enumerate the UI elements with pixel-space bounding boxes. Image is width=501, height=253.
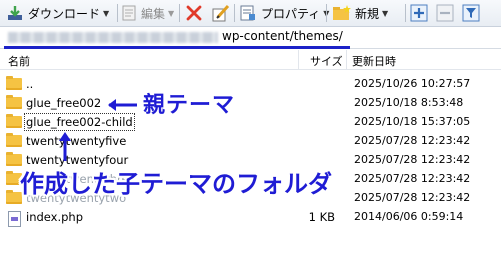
chevron-down-icon[interactable]: ▼: [168, 9, 174, 18]
edit-icon: [122, 5, 136, 21]
column-header-name[interactable]: 名前: [8, 53, 30, 69]
properties-button[interactable]: プロパティ ▼: [239, 0, 329, 26]
parent-theme-annotation: 親テーマ: [143, 93, 236, 118]
column-divider[interactable]: [346, 50, 347, 69]
toolbar-divider: [117, 4, 118, 22]
chevron-down-icon[interactable]: ▼: [382, 9, 388, 18]
file-modified: 2025/10/26 10:27:57: [354, 77, 471, 90]
path-text: wp-content/themes/: [222, 29, 343, 43]
file-name: glue_free002-child: [24, 113, 135, 131]
toolbar-divider: [326, 4, 327, 22]
properties-label: プロパティ: [261, 6, 321, 21]
column-divider[interactable]: [298, 50, 299, 69]
new-button[interactable]: 新規 ▼: [332, 0, 388, 26]
delete-icon: [186, 5, 202, 21]
file-list-header: 名前 サイズ 更新日時: [0, 50, 501, 70]
toolbar-divider: [405, 4, 406, 22]
php-file-icon: [6, 211, 21, 227]
new-label: 新規: [355, 6, 380, 21]
new-folder-icon: [333, 5, 351, 20]
minus-icon: [436, 4, 454, 22]
toolbar-divider: [234, 4, 235, 22]
file-modified: 2025/07/28 12:23:42: [354, 191, 471, 204]
remove-button[interactable]: [436, 0, 454, 26]
rename-icon: [212, 4, 230, 22]
file-name: glue_free002: [26, 96, 102, 110]
file-modified: 2025/10/18 15:37:05: [354, 115, 471, 128]
download-label: ダウンロード: [28, 6, 101, 21]
toolbar: ダウンロード ▼ 編集 ▼ プロパティ ▼: [0, 0, 501, 27]
edit-label: 編集: [141, 6, 166, 21]
folder-icon: [6, 95, 22, 109]
file-modified: 2025/07/28 12:23:42: [354, 134, 471, 147]
arrow-up-icon: [59, 132, 71, 161]
file-name: ..: [26, 77, 34, 91]
file-modified: 2014/06/06 0:59:14: [354, 210, 464, 223]
list-item[interactable]: .. 2025/10/26 10:27:57: [0, 75, 501, 94]
list-item[interactable]: glue_free002 2025/10/18 8:53:48: [0, 94, 501, 113]
file-name: twentytwentyfive: [26, 134, 127, 148]
properties-icon: [240, 5, 255, 21]
column-header-size[interactable]: サイズ: [310, 53, 343, 69]
folder-icon: [6, 76, 22, 90]
add-button[interactable]: [410, 0, 428, 26]
child-theme-annotation: 作成した子テーマのフォルダ: [20, 170, 332, 198]
arrow-left-icon: [108, 99, 137, 111]
column-header-modified[interactable]: 更新日時: [352, 53, 396, 69]
filter-icon: [462, 4, 480, 22]
file-size: 1 KB: [308, 210, 335, 224]
list-item[interactable]: glue_free002-child 2025/10/18 15:37:05: [0, 113, 501, 132]
blurred-path-prefix: [8, 32, 218, 43]
file-modified: 2025/07/28 12:23:42: [354, 153, 471, 166]
list-item[interactable]: twentytwentyfive 2025/07/28 12:23:42: [0, 132, 501, 151]
path-highlight-underline: [4, 46, 350, 49]
filter-button[interactable]: [462, 0, 480, 26]
delete-button[interactable]: [185, 0, 203, 26]
list-item[interactable]: index.php 1 KB 2014/06/06 0:59:14: [0, 208, 501, 227]
file-name: index.php: [26, 210, 84, 224]
file-modified: 2025/07/28 12:23:42: [354, 172, 471, 185]
download-button[interactable]: ダウンロード ▼: [6, 0, 109, 26]
toolbar-divider: [179, 4, 180, 22]
edit-button[interactable]: 編集 ▼: [122, 0, 174, 26]
folder-icon: [6, 133, 22, 147]
folder-icon: [6, 114, 22, 128]
plus-icon: [410, 4, 428, 22]
chevron-down-icon[interactable]: ▼: [103, 9, 109, 18]
file-modified: 2025/10/18 8:53:48: [354, 96, 464, 109]
rename-button[interactable]: [211, 0, 231, 26]
download-icon: [8, 6, 22, 20]
